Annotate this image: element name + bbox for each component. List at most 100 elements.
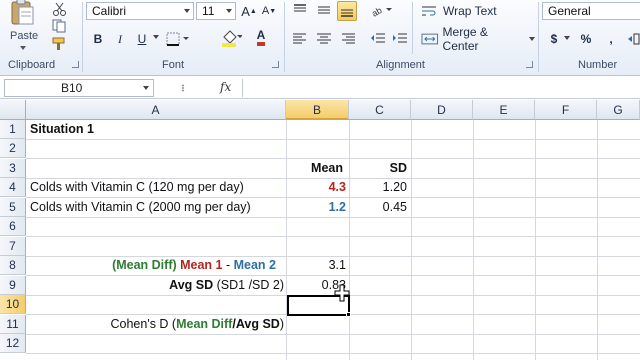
column-header-c[interactable]: C	[349, 100, 411, 120]
formula-bar: B10 fx	[0, 77, 640, 99]
underline-dropdown-icon[interactable]	[153, 35, 159, 39]
merge-center-icon	[421, 33, 439, 45]
align-top-icon[interactable]	[292, 3, 308, 17]
gridline	[597, 120, 598, 360]
cell-b5[interactable]: 1.2	[286, 198, 346, 217]
format-painter-icon[interactable]	[51, 37, 67, 51]
gridline	[26, 353, 640, 354]
bold-icon: B	[93, 32, 103, 46]
cell-c4[interactable]: 1.20	[349, 178, 407, 197]
cell-c5[interactable]: 0.45	[349, 198, 407, 217]
paste-dropdown-icon[interactable]	[20, 46, 26, 50]
fill-handle[interactable]	[346, 312, 351, 317]
cell-a9[interactable]: Avg SD (SD1 /SD 2)	[26, 276, 284, 295]
cell-a8[interactable]: (Mean Diff) Mean 1 - Mean 2	[26, 256, 276, 275]
cell-a1[interactable]: Situation 1	[30, 120, 94, 139]
gridline	[411, 120, 412, 360]
font-color-icon: A	[256, 28, 266, 46]
gridline	[286, 120, 287, 360]
row-header-6[interactable]: 6	[0, 217, 26, 236]
increase-decimal-icon[interactable]	[626, 31, 640, 47]
grow-font-button[interactable]: A ▲	[240, 1, 258, 21]
shrink-font-button[interactable]: A ▼	[260, 1, 278, 21]
row-header-10[interactable]: 10	[0, 295, 26, 314]
group-divider	[412, 2, 413, 54]
bold-button[interactable]: B	[88, 29, 108, 49]
cell-a11[interactable]: Cohen's D (Mean Diff/Avg SD)	[26, 315, 284, 334]
decrease-indent-icon[interactable]	[370, 32, 386, 46]
name-box[interactable]: B10	[4, 79, 154, 97]
clipboard-launcher-icon[interactable]	[72, 61, 79, 68]
select-all-corner[interactable]	[0, 100, 26, 120]
cohens-mean-diff-label: Mean Diff	[176, 317, 233, 331]
row-header-3[interactable]: 3	[0, 159, 26, 178]
merge-center-label: Merge & Center	[442, 25, 488, 53]
cut-icon[interactable]	[52, 2, 68, 16]
cell-c3[interactable]: SD	[349, 159, 407, 178]
currency-icon: $	[550, 32, 558, 46]
column-header-a[interactable]: A	[26, 100, 286, 120]
avg-sd-label: Avg SD	[169, 278, 214, 292]
font-name-value: Calibri	[92, 4, 127, 18]
cell-b4[interactable]: 4.3	[286, 178, 346, 197]
underline-button[interactable]: U	[132, 29, 152, 49]
shrink-font-icon: A	[261, 5, 270, 17]
borders-icon[interactable]	[166, 32, 190, 46]
font-name-combo[interactable]: Calibri	[86, 2, 194, 20]
fill-color-icon[interactable]	[220, 29, 242, 47]
number-format-combo[interactable]: General	[542, 2, 640, 20]
row-header-12[interactable]: 12	[0, 334, 26, 353]
chevron-down-icon	[184, 9, 190, 13]
merge-center-button[interactable]: Merge & Center	[418, 25, 536, 53]
row-header-11[interactable]: 11	[0, 315, 26, 334]
row-header-2[interactable]: 2	[0, 139, 26, 158]
formula-input[interactable]	[242, 79, 640, 97]
chevron-down-icon	[143, 86, 149, 90]
cohens-avg-sd-label: Avg SD	[235, 317, 280, 331]
cell-b3[interactable]: Mean	[286, 159, 343, 178]
align-middle-icon[interactable]	[316, 3, 332, 17]
insert-function-icon[interactable]: fx	[220, 80, 231, 94]
row-header-1[interactable]: 1	[0, 120, 26, 139]
number-format-value: General	[548, 4, 591, 18]
comma-style-button[interactable]: ,	[604, 29, 618, 49]
copy-icon[interactable]	[52, 19, 68, 33]
column-header-e[interactable]: E	[473, 100, 535, 120]
orientation-icon[interactable]: ab	[370, 2, 392, 18]
row-header-5[interactable]: 5	[0, 198, 26, 217]
italic-button[interactable]: I	[110, 29, 130, 49]
increase-indent-icon[interactable]	[392, 32, 408, 46]
font-launcher-icon[interactable]	[272, 61, 279, 68]
font-size-combo[interactable]: 11	[196, 2, 236, 20]
align-right-icon[interactable]	[340, 32, 356, 46]
cell-a4[interactable]: Colds with Vitamin C (120 mg per day)	[30, 178, 244, 197]
align-left-icon[interactable]	[292, 32, 308, 46]
column-header-b[interactable]: B	[286, 100, 349, 120]
column-header-f[interactable]: F	[535, 100, 597, 120]
gridline	[349, 120, 350, 360]
row-header-4[interactable]: 4	[0, 178, 26, 197]
currency-dropdown-icon[interactable]	[564, 36, 570, 40]
wrap-text-button[interactable]: Wrap Text	[418, 1, 528, 21]
percent-button[interactable]: %	[578, 29, 594, 49]
row-header-9[interactable]: 9	[0, 276, 26, 295]
worksheet-grid[interactable]: A B C D E F G 1 2 3 4 5 6 7 8 9 10 11 12…	[0, 100, 640, 360]
align-bottom-button[interactable]	[337, 1, 357, 21]
column-header-d[interactable]: D	[411, 100, 473, 120]
row-header-7[interactable]: 7	[0, 237, 26, 256]
paste-icon	[11, 0, 34, 25]
alignment-group-label: Alignment	[376, 59, 425, 71]
align-center-icon[interactable]	[316, 32, 332, 46]
italic-icon: I	[118, 31, 122, 46]
name-box-value: B10	[61, 81, 83, 95]
gridline	[26, 217, 640, 218]
cell-b8[interactable]: 3.1	[286, 256, 346, 275]
row-header-8[interactable]: 8	[0, 256, 26, 275]
cell-a5[interactable]: Colds with Vitamin C (2000 mg per day)	[30, 198, 251, 217]
currency-button[interactable]: $	[546, 29, 562, 49]
font-color-button[interactable]: A	[252, 27, 270, 47]
column-header-g[interactable]: G	[597, 100, 640, 120]
cell-cursor-icon	[334, 284, 350, 302]
alignment-launcher-icon[interactable]	[526, 61, 533, 68]
wrap-text-label: Wrap Text	[443, 4, 497, 18]
